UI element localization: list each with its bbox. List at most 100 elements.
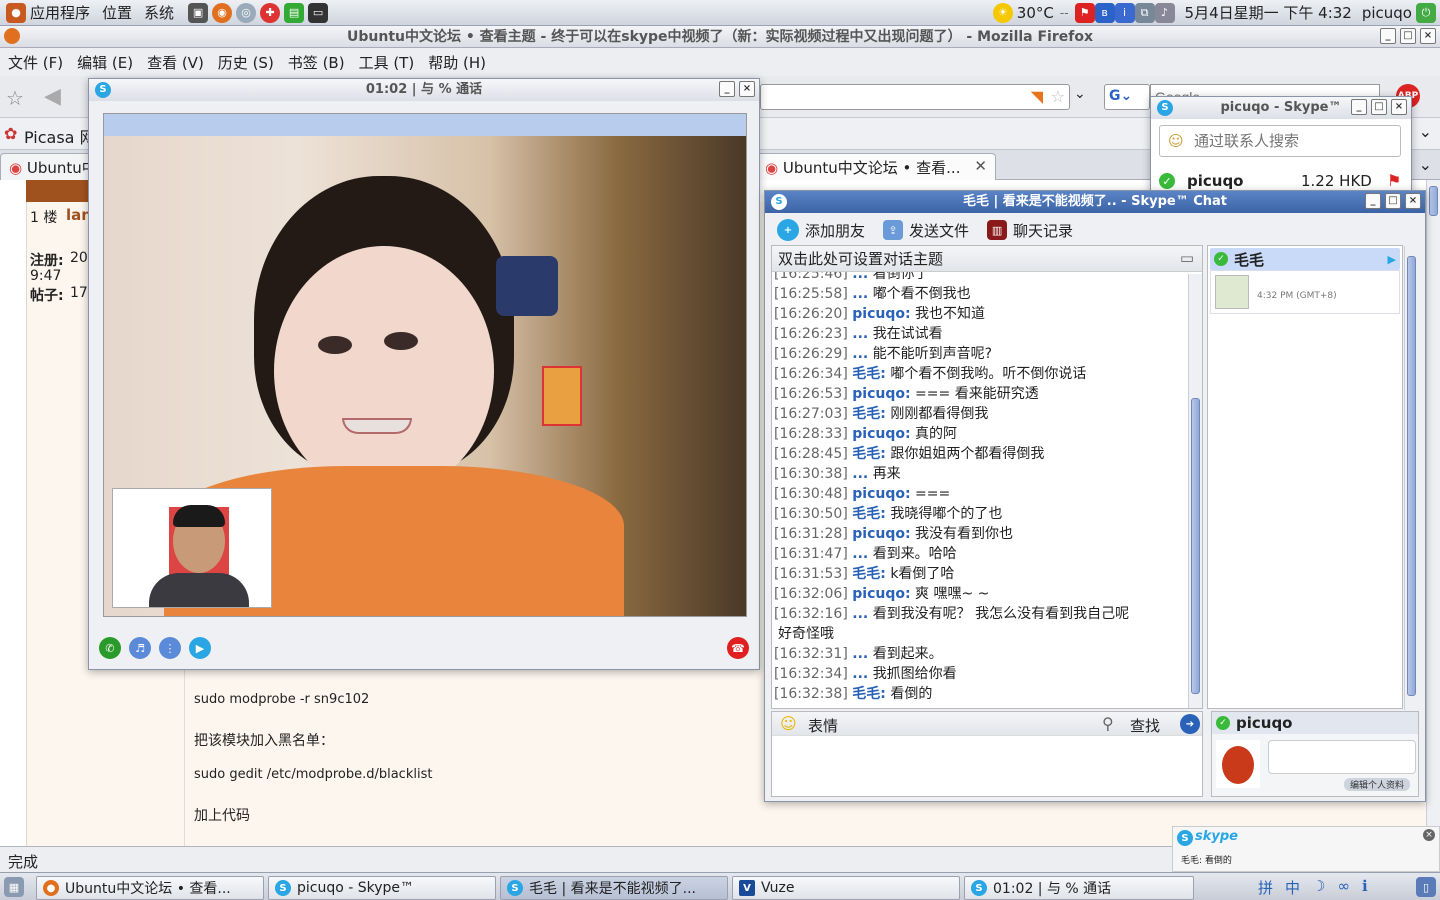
video-toggle-icon[interactable]: ▶ xyxy=(189,637,211,659)
tab-ubuntu-2[interactable]: ◉ Ubuntu中文论坛 • 查看... ✕ xyxy=(756,153,996,180)
network-launcher-icon[interactable]: ◎ xyxy=(236,2,257,23)
hangup-icon[interactable]: ☎ xyxy=(727,637,749,659)
local-video-preview[interactable] xyxy=(112,488,272,608)
back-icon[interactable]: ◀ xyxy=(44,84,61,109)
message-sender[interactable]: ... xyxy=(852,326,868,342)
skype-close-button[interactable]: × xyxy=(1391,99,1407,115)
close-button[interactable]: × xyxy=(1420,28,1436,44)
ime-punct-icon[interactable]: ∞ xyxy=(1337,877,1350,898)
skype-balance[interactable]: 1.22 HKD xyxy=(1301,172,1372,190)
system-menu[interactable]: 系统 xyxy=(138,0,180,26)
message-sender[interactable]: picuqo: xyxy=(852,526,910,542)
message-sender[interactable]: ... xyxy=(852,466,868,482)
message-sender[interactable]: picuqo: xyxy=(852,386,910,402)
send-file-button[interactable]: ⇪ 发送文件 xyxy=(883,220,969,241)
info-tray-icon[interactable]: i xyxy=(1114,2,1135,23)
participant-scrollbar-thumb[interactable] xyxy=(1407,256,1416,696)
dialpad-icon[interactable]: ⋮ xyxy=(159,637,181,659)
monitor-launcher-icon[interactable]: ▤ xyxy=(284,2,305,23)
rss-icon[interactable]: ◥ xyxy=(1031,87,1043,106)
message-sender[interactable]: ... xyxy=(852,546,868,562)
message-sender[interactable]: ... xyxy=(852,606,868,622)
task-vuze[interactable]: V Vuze xyxy=(732,876,960,900)
message-sender[interactable]: ... xyxy=(852,346,868,362)
call-minimize-button[interactable]: _ xyxy=(719,81,735,97)
emoticon-icon[interactable]: ☺ xyxy=(780,714,797,733)
message-sender[interactable]: 毛毛: xyxy=(852,366,886,382)
menu-tools[interactable]: 工具 (T) xyxy=(359,52,415,73)
new-bookmark-icon[interactable]: ☆ xyxy=(6,86,24,110)
participant-header[interactable]: ✓ 毛毛 ▶ xyxy=(1210,248,1400,270)
ime-info-icon[interactable]: ℹ xyxy=(1362,877,1368,898)
chat-close-button[interactable]: × xyxy=(1405,193,1421,209)
clock[interactable]: 5月4日星期一 下午 4:32 xyxy=(1185,2,1352,23)
panel-user[interactable]: picuqo xyxy=(1362,4,1412,22)
task-skype-main[interactable]: Spicuqo - Skype™ xyxy=(268,876,496,900)
self-avatar[interactable] xyxy=(1216,740,1260,788)
menu-history[interactable]: 历史 (S) xyxy=(218,52,274,73)
bookmark-picasa[interactable]: Picasa 网 xyxy=(24,124,96,148)
mood-message-box[interactable] xyxy=(1268,740,1416,774)
chat-scrollbar-thumb[interactable] xyxy=(1191,398,1200,694)
message-sender[interactable]: ... xyxy=(852,272,868,282)
task-skype-chat[interactable]: S 毛毛 | 看来是不能视频了... xyxy=(500,876,728,900)
topic-book-icon[interactable]: ▭ xyxy=(1180,249,1194,267)
message-sender[interactable]: picuqo: xyxy=(852,586,910,602)
minimize-button[interactable]: _ xyxy=(1380,28,1396,44)
chat-scrollbar[interactable] xyxy=(1188,274,1202,708)
add-friend-button[interactable]: + 添加朋友 xyxy=(777,219,865,241)
message-sender[interactable]: ... xyxy=(852,666,868,682)
message-sender[interactable]: picuqo: xyxy=(852,306,910,322)
find-icon[interactable]: ⚲ xyxy=(1102,714,1114,733)
applications-menu[interactable]: ● 应用程序 xyxy=(0,0,96,26)
page-scrollbar[interactable] xyxy=(1426,180,1440,846)
show-desktop-icon[interactable]: ▦ xyxy=(4,877,24,897)
tab-close-icon[interactable]: ✕ xyxy=(974,157,987,175)
task-firefox[interactable]: ● Ubuntu中文论坛 • 查看... xyxy=(36,876,264,900)
logout-icon[interactable]: ⏻ xyxy=(1416,2,1436,23)
message-sender[interactable]: 毛毛: xyxy=(852,446,886,462)
message-sender[interactable]: 毛毛: xyxy=(852,566,886,582)
task-call[interactable]: S 01:02 | 与 % 通话 xyxy=(964,876,1194,900)
volume-icon[interactable]: ♪ xyxy=(1154,2,1175,23)
contact-search-box[interactable]: ☺ xyxy=(1159,125,1401,157)
ime-chinese-icon[interactable]: 中 xyxy=(1285,877,1300,898)
menu-view[interactable]: 查看 (V) xyxy=(147,52,204,73)
send-arrow-icon[interactable]: ➔ xyxy=(1180,714,1200,734)
message-sender[interactable]: 毛毛: xyxy=(852,406,886,422)
chat-history-button[interactable]: ▥ 聊天记录 xyxy=(987,220,1073,241)
ime-moon-icon[interactable]: ☽ xyxy=(1312,877,1325,898)
network-tray-icon[interactable]: ⧉ xyxy=(1134,2,1155,23)
online-status-icon[interactable]: ✓ xyxy=(1159,173,1175,189)
message-sender[interactable]: ... xyxy=(852,646,868,662)
firefox-launcher-icon[interactable]: ◉ xyxy=(212,2,233,23)
menu-file[interactable]: 文件 (F) xyxy=(8,52,63,73)
message-input[interactable] xyxy=(774,738,1200,794)
flag-tray-icon[interactable]: ⚑ xyxy=(1074,2,1095,23)
help-launcher-icon[interactable]: ✚ xyxy=(260,2,281,23)
contact-search-input[interactable] xyxy=(1194,130,1394,152)
page-scrollbar-thumb[interactable] xyxy=(1429,186,1438,216)
bluetooth-tray-icon[interactable]: ʙ xyxy=(1094,2,1115,23)
trash-icon[interactable]: ▯ xyxy=(1416,877,1436,897)
message-sender[interactable]: 毛毛: xyxy=(852,506,886,522)
emoticon-button[interactable]: 表情 xyxy=(808,715,838,736)
camera-icon[interactable]: ▣ xyxy=(188,2,209,23)
edit-profile-button[interactable]: 编辑个人资料 xyxy=(1344,778,1411,791)
url-bar[interactable]: ◥ ☆ xyxy=(760,84,1070,110)
hold-call-icon[interactable]: ✆ xyxy=(99,637,121,659)
star-icon[interactable]: ☆ xyxy=(1051,87,1065,106)
video-cam-icon[interactable]: ▶ xyxy=(1388,253,1396,266)
chat-minimize-button[interactable]: _ xyxy=(1365,193,1381,209)
places-menu[interactable]: 位置 xyxy=(96,0,138,26)
message-sender[interactable]: ... xyxy=(852,286,868,302)
menu-help[interactable]: 帮助 (H) xyxy=(428,52,486,73)
chat-topic[interactable]: 双击此处可设置对话主题 ▭ xyxy=(772,246,1202,272)
search-engine-button[interactable]: G⌄ xyxy=(1104,84,1150,110)
skype-notification[interactable]: S skype 毛毛: 看倒的 × xyxy=(1172,826,1440,872)
maximize-button[interactable]: □ xyxy=(1400,28,1416,44)
message-sender[interactable]: 毛毛: xyxy=(852,686,886,702)
find-button[interactable]: 查找 xyxy=(1130,715,1160,736)
tab-list-icon[interactable]: ⌄ xyxy=(1419,155,1432,174)
skype-maximize-button[interactable]: □ xyxy=(1371,99,1387,115)
